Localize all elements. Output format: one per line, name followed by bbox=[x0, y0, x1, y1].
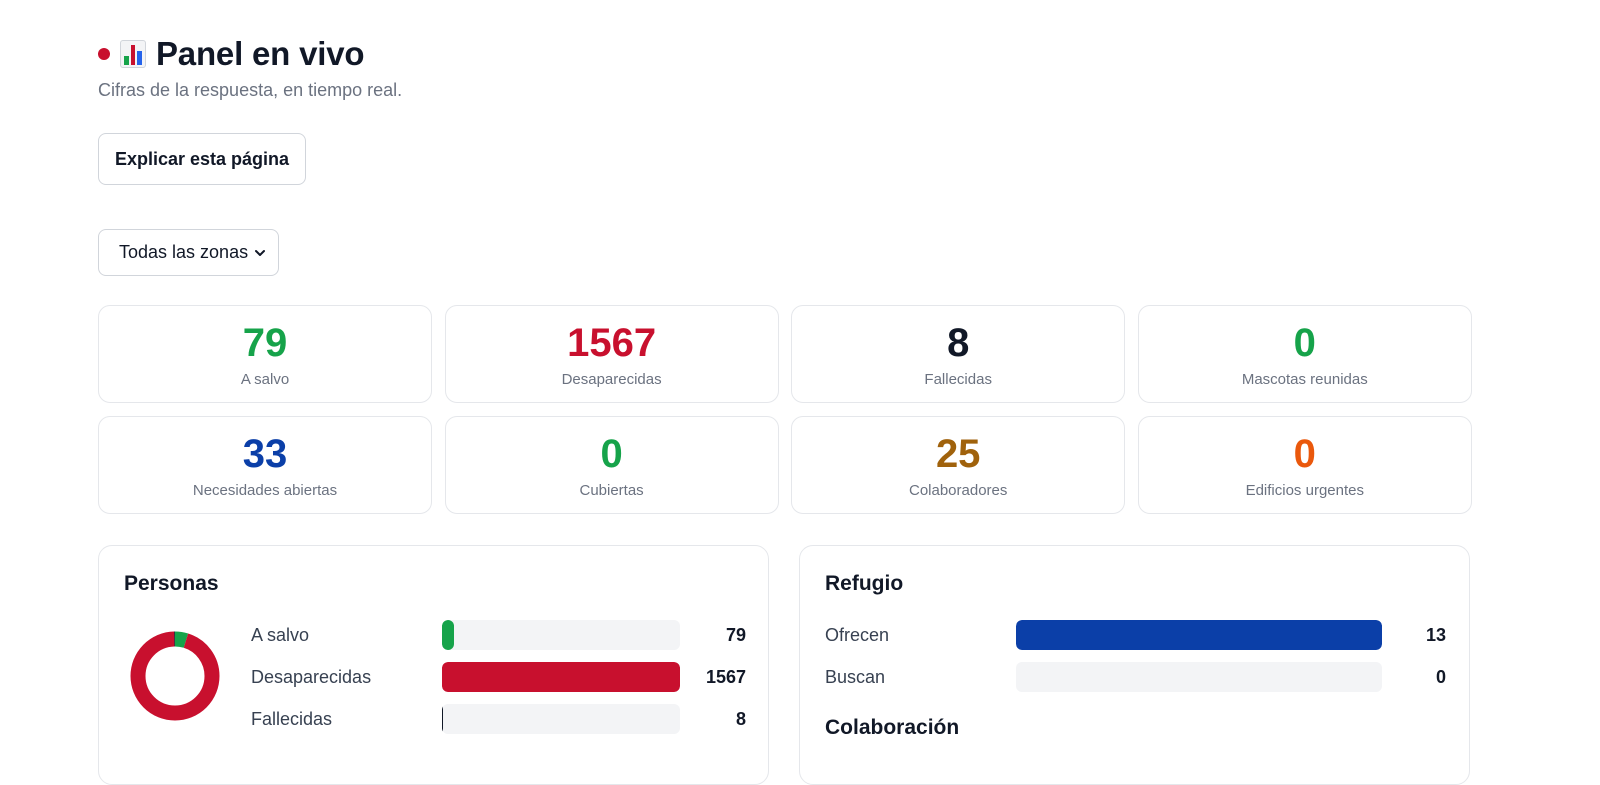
stat-label: Cubiertas bbox=[579, 481, 644, 499]
refugio-title: Refugio bbox=[825, 572, 904, 595]
bar-value: 13 bbox=[1425, 624, 1446, 645]
title-row: Panel en vivo bbox=[98, 34, 402, 74]
zone-select[interactable]: Todas las zonas bbox=[98, 229, 279, 276]
personas-donut-chart bbox=[130, 631, 220, 721]
stat-label: A salvo bbox=[240, 370, 290, 388]
colaboracion-title: Colaboración bbox=[825, 716, 960, 739]
bar-label: Buscan bbox=[825, 666, 886, 687]
refugio-row-buscan: Buscan 0 bbox=[825, 662, 1446, 692]
stat-card-edificios: 0 Edificios urgentes bbox=[1137, 416, 1472, 514]
stat-value: 0 bbox=[1293, 431, 1316, 476]
bar-fill bbox=[442, 620, 454, 650]
stat-value: 0 bbox=[1293, 320, 1316, 365]
personas-panel: Personas A salvo 79 Desaparecidas 1567 F… bbox=[98, 545, 769, 785]
zone-select-value: Todas las zonas bbox=[119, 242, 249, 262]
stat-value: 0 bbox=[600, 431, 623, 476]
page-title: Panel en vivo bbox=[156, 35, 365, 72]
bar-track bbox=[442, 620, 680, 650]
stat-label: Mascotas reunidas bbox=[1241, 370, 1368, 388]
stat-card-desaparecidas: 1567 Desaparecidas bbox=[444, 305, 779, 403]
donut-slice-1 bbox=[130, 631, 220, 721]
stats-grid: 79 A salvo 1567 Desaparecidas 8 Fallecid… bbox=[98, 305, 1472, 514]
bar-value: 1567 bbox=[705, 666, 746, 687]
personas-row-fallecidas: Fallecidas 8 bbox=[251, 704, 746, 734]
bar-fill bbox=[442, 704, 444, 734]
stat-card-cubiertas: 0 Cubiertas bbox=[444, 416, 779, 514]
bar-label: Fallecidas bbox=[251, 708, 333, 729]
personas-row-desaparecidas: Desaparecidas 1567 bbox=[251, 662, 746, 692]
stat-value: 33 bbox=[242, 431, 288, 476]
stat-label: Colaboradores bbox=[908, 481, 1008, 499]
explain-page-button[interactable]: Explicar esta página bbox=[98, 133, 306, 185]
bar-track bbox=[1016, 620, 1382, 650]
personas-title: Personas bbox=[124, 572, 219, 595]
refugio-panel: Refugio Ofrecen 13 Buscan 0 Colaboración bbox=[799, 545, 1470, 785]
page-subtitle: Cifras de la respuesta, en tiempo real. bbox=[98, 80, 403, 100]
bar-chart-icon bbox=[120, 40, 146, 68]
bar-value: 8 bbox=[735, 708, 746, 729]
bar-track bbox=[442, 704, 680, 734]
bar-label: Ofrecen bbox=[825, 624, 890, 645]
page-header: Panel en vivo Cifras de la respuesta, en… bbox=[98, 34, 402, 101]
stat-label: Fallecidas bbox=[924, 370, 992, 388]
stat-value: 79 bbox=[242, 320, 288, 365]
stat-card-a-salvo: 79 A salvo bbox=[98, 305, 432, 403]
refugio-row-ofrecen: Ofrecen 13 bbox=[825, 620, 1446, 650]
chevron-down-icon bbox=[255, 249, 265, 256]
stat-card-fallecidas: 8 Fallecidas bbox=[791, 305, 1126, 403]
stat-value: 8 bbox=[947, 320, 970, 365]
bar-fill bbox=[1016, 620, 1382, 650]
stat-label: Necesidades abiertas bbox=[192, 481, 338, 499]
personas-row-a-salvo: A salvo 79 bbox=[251, 620, 746, 650]
stat-card-necesidades: 33 Necesidades abiertas bbox=[98, 416, 432, 514]
live-dashboard: Panel en vivo Cifras de la respuesta, en… bbox=[0, 0, 1600, 785]
bar-track bbox=[442, 662, 680, 692]
bar-fill bbox=[442, 662, 680, 692]
bar-track bbox=[1016, 662, 1382, 692]
bar-value: 0 bbox=[1435, 666, 1446, 687]
live-indicator-icon bbox=[98, 48, 110, 60]
stat-label: Edificios urgentes bbox=[1245, 481, 1364, 499]
stat-card-colaboradores: 25 Colaboradores bbox=[791, 416, 1126, 514]
stat-label: Desaparecidas bbox=[561, 370, 662, 388]
bar-label: A salvo bbox=[251, 624, 310, 645]
stat-card-mascotas: 0 Mascotas reunidas bbox=[1137, 305, 1472, 403]
stat-value: 25 bbox=[935, 431, 981, 476]
bar-label: Desaparecidas bbox=[251, 666, 372, 687]
bar-value: 79 bbox=[725, 624, 746, 645]
stat-value: 1567 bbox=[567, 320, 657, 365]
